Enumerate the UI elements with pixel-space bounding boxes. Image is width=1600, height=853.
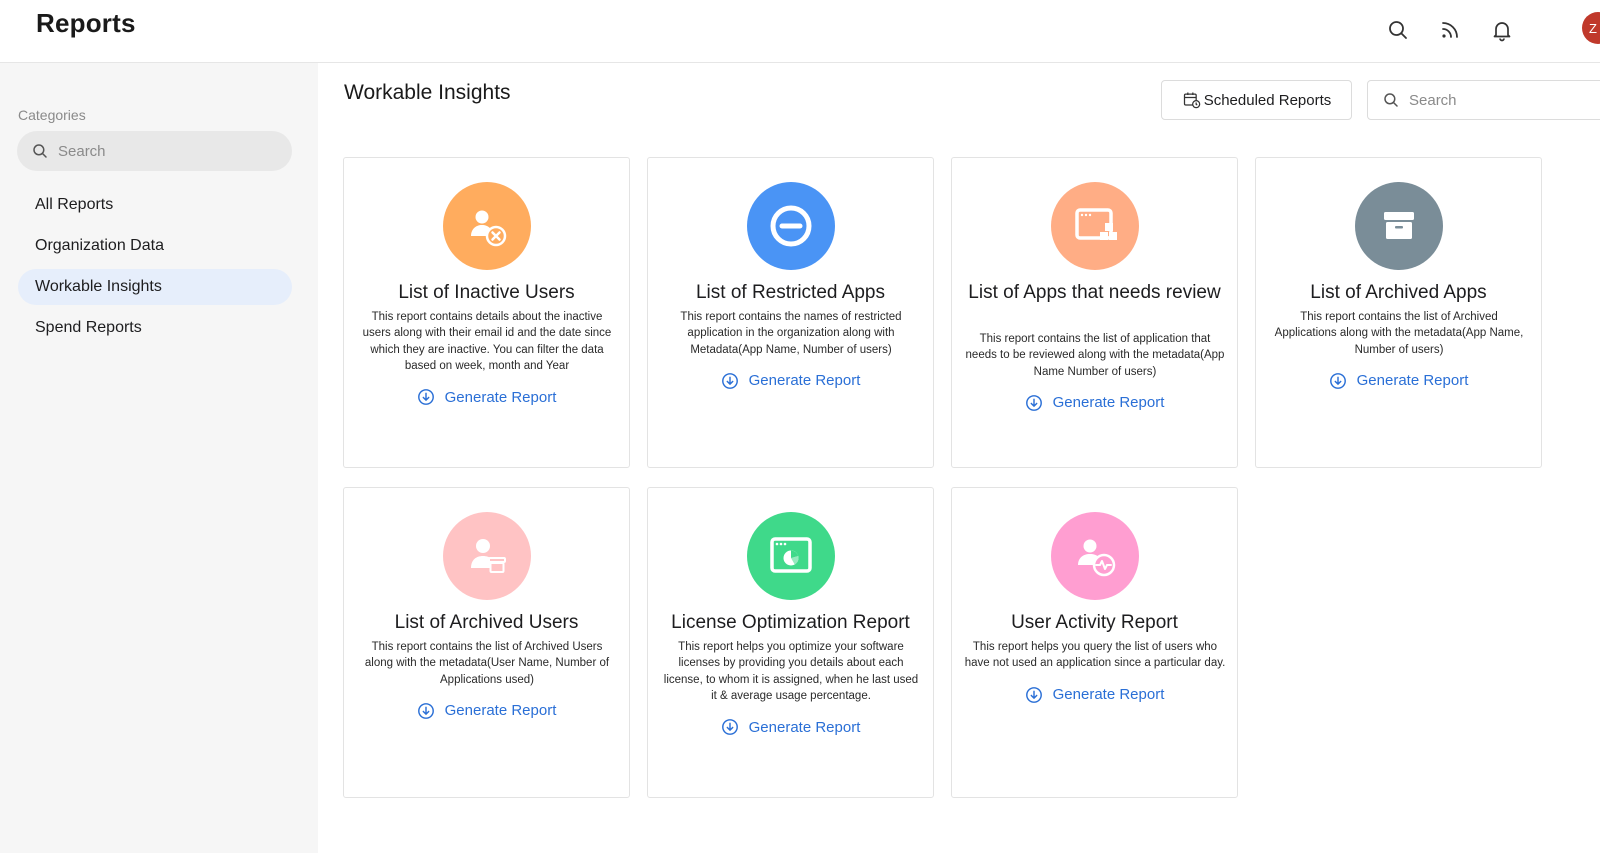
sidebar-item-spend-reports[interactable]: Spend Reports xyxy=(18,310,292,346)
report-title: List of Restricted Apps xyxy=(695,282,886,303)
report-description: This report helps you optimize your soft… xyxy=(663,641,919,702)
search-icon xyxy=(33,144,47,158)
report-title: List of Archived Apps xyxy=(1310,282,1487,303)
generate-report-button[interactable]: Generate Report xyxy=(1329,372,1469,390)
report-card: List of Apps that needs review This repo… xyxy=(951,157,1238,468)
generate-report-label: Generate Report xyxy=(444,702,557,720)
report-search[interactable] xyxy=(1367,80,1600,120)
report-title: List of Inactive Users xyxy=(398,282,575,303)
report-title: List of Apps that needs review xyxy=(968,282,1221,303)
archive-box-icon xyxy=(1355,182,1443,270)
search-icon[interactable] xyxy=(1382,14,1414,46)
scheduled-reports-button[interactable]: Scheduled Reports xyxy=(1161,80,1352,120)
sidebar-search[interactable] xyxy=(17,131,292,171)
generate-report-button[interactable]: Generate Report xyxy=(1025,686,1165,704)
report-description: This report contains the names of restri… xyxy=(680,311,902,356)
report-card: List of Restricted Apps This report cont… xyxy=(647,157,934,468)
category-nav: All Reports Organization Data Workable I… xyxy=(18,187,292,351)
search-icon xyxy=(1384,93,1398,107)
report-description: This report contains the list of Archive… xyxy=(364,641,610,686)
app-title: Reports xyxy=(36,8,136,38)
avatar[interactable]: Z xyxy=(1582,12,1600,44)
sidebar-item-all-reports[interactable]: All Reports xyxy=(18,187,292,223)
report-description: This report helps you query the list of … xyxy=(964,641,1226,670)
report-title: User Activity Report xyxy=(1011,612,1178,633)
scheduled-reports-label: Scheduled Reports xyxy=(1203,91,1332,109)
report-card: User Activity Report This report helps y… xyxy=(951,487,1238,798)
report-title: List of Archived Users xyxy=(394,612,579,633)
calendar-clock-icon xyxy=(1183,92,1200,109)
sidebar-item-workable-insights[interactable]: Workable Insights xyxy=(18,269,292,305)
app-review-icon xyxy=(1051,182,1139,270)
sidebar-search-input[interactable] xyxy=(58,142,258,160)
download-circle-icon xyxy=(417,389,434,406)
categories-label: Categories xyxy=(18,107,86,123)
top-icons: Z xyxy=(1380,10,1600,50)
download-circle-icon xyxy=(1025,686,1042,703)
report-search-input[interactable] xyxy=(1409,91,1569,109)
archived-user-icon xyxy=(443,512,531,600)
generate-report-label: Generate Report xyxy=(748,718,861,736)
download-circle-icon xyxy=(721,719,738,736)
report-card: List of Inactive Users This report conta… xyxy=(343,157,630,468)
report-description: This report contains the list of applica… xyxy=(965,333,1225,378)
user-remove-icon xyxy=(443,182,531,270)
top-bar: Reports Z xyxy=(0,0,1600,63)
generate-report-label: Generate Report xyxy=(1052,394,1165,412)
generate-report-button[interactable]: Generate Report xyxy=(417,388,557,406)
generate-report-button[interactable]: Generate Report xyxy=(721,718,861,736)
main-content: Workable Insights Scheduled Reports List… xyxy=(318,63,1600,853)
report-card: List of Archived Apps This report contai… xyxy=(1255,157,1542,468)
bell-icon[interactable] xyxy=(1486,14,1518,46)
report-title: License Optimization Report xyxy=(671,612,910,633)
user-activity-icon xyxy=(1051,512,1139,600)
report-description: This report contains details about the i… xyxy=(362,311,612,372)
report-card: License Optimization Report This report … xyxy=(647,487,934,798)
minus-circle-icon xyxy=(747,182,835,270)
download-circle-icon xyxy=(1025,394,1042,411)
generate-report-button[interactable]: Generate Report xyxy=(721,372,861,390)
generate-report-label: Generate Report xyxy=(1356,372,1469,390)
sidebar-item-organization-data[interactable]: Organization Data xyxy=(18,228,292,264)
generate-report-button[interactable]: Generate Report xyxy=(417,702,557,720)
rss-icon[interactable] xyxy=(1434,14,1466,46)
generate-report-button[interactable]: Generate Report xyxy=(1025,394,1165,412)
report-description: This report contains the list of Archive… xyxy=(1274,311,1524,356)
sidebar: Categories All Reports Organization Data… xyxy=(0,63,318,853)
download-circle-icon xyxy=(721,372,738,389)
page-title: Workable Insights xyxy=(344,81,511,104)
generate-report-label: Generate Report xyxy=(444,388,557,406)
generate-report-label: Generate Report xyxy=(1052,686,1165,704)
download-circle-icon xyxy=(417,702,434,719)
pie-window-icon xyxy=(747,512,835,600)
report-card: List of Archived Users This report conta… xyxy=(343,487,630,798)
download-circle-icon xyxy=(1329,372,1346,389)
generate-report-label: Generate Report xyxy=(748,372,861,390)
